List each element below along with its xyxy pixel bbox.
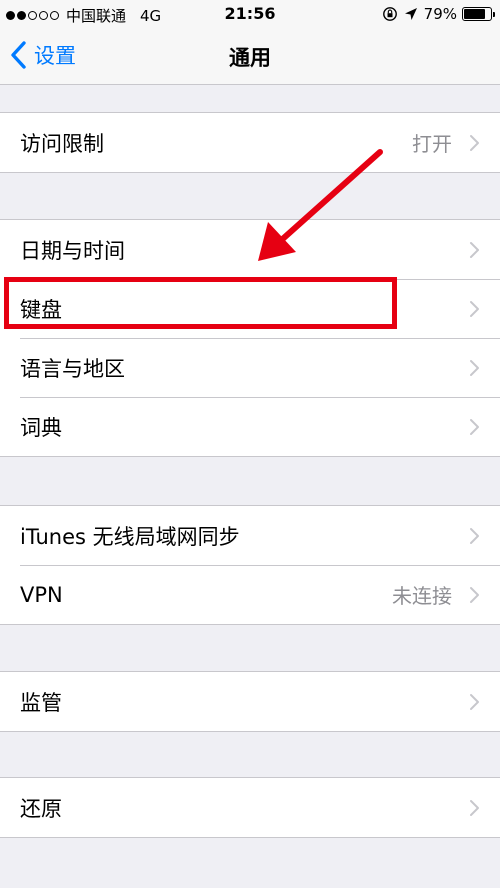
row-label: 监管 bbox=[20, 690, 62, 715]
settings-group-network: iTunes 无线局域网同步 VPN 未连接 bbox=[0, 505, 500, 625]
row-reset[interactable]: 还原 bbox=[0, 778, 500, 837]
chevron-right-icon bbox=[470, 419, 479, 435]
row-label: VPN bbox=[20, 582, 63, 607]
row-value: 打开 bbox=[412, 132, 452, 156]
row-label: 还原 bbox=[20, 796, 62, 821]
chevron-right-icon bbox=[470, 135, 479, 151]
row-restrictions[interactable]: 访问限制 打开 bbox=[0, 113, 500, 172]
status-right: 79% bbox=[376, 5, 495, 23]
chevron-right-icon bbox=[470, 242, 479, 258]
location-arrow-icon bbox=[404, 7, 418, 21]
row-date-time[interactable]: 日期与时间 bbox=[0, 220, 500, 279]
settings-group-restrictions: 访问限制 打开 bbox=[0, 112, 500, 173]
row-label: 访问限制 bbox=[20, 131, 104, 156]
battery-percent: 79% bbox=[423, 5, 457, 23]
row-dictionary[interactable]: 词典 bbox=[0, 397, 500, 456]
chevron-right-icon bbox=[470, 587, 479, 603]
row-label: 词典 bbox=[20, 415, 62, 440]
highlight-box bbox=[4, 277, 397, 329]
battery-icon bbox=[462, 7, 495, 21]
chevron-right-icon bbox=[470, 360, 479, 376]
row-value: 未连接 bbox=[392, 584, 452, 608]
navigation-bar: 设置 通用 bbox=[0, 28, 500, 85]
settings-group-supervision: 监管 bbox=[0, 671, 500, 732]
chevron-right-icon bbox=[470, 301, 479, 317]
chevron-right-icon bbox=[470, 528, 479, 544]
row-supervision[interactable]: 监管 bbox=[0, 672, 500, 731]
chevron-right-icon bbox=[470, 800, 479, 816]
row-language-region[interactable]: 语言与地区 bbox=[0, 338, 500, 397]
settings-group-reset: 还原 bbox=[0, 777, 500, 838]
orientation-lock-icon bbox=[382, 6, 398, 22]
row-vpn[interactable]: VPN 未连接 bbox=[0, 565, 500, 624]
row-label: 日期与时间 bbox=[20, 238, 125, 263]
status-bar: 中国联通 4G 21:56 79% bbox=[0, 0, 500, 28]
chevron-right-icon bbox=[470, 694, 479, 710]
page-title: 通用 bbox=[229, 46, 271, 70]
row-label: iTunes 无线局域网同步 bbox=[20, 524, 240, 549]
settings-group-input: 日期与时间 键盘 语言与地区 词典 bbox=[0, 219, 500, 457]
row-itunes-wifi-sync[interactable]: iTunes 无线局域网同步 bbox=[0, 506, 500, 565]
row-label: 语言与地区 bbox=[20, 356, 125, 381]
